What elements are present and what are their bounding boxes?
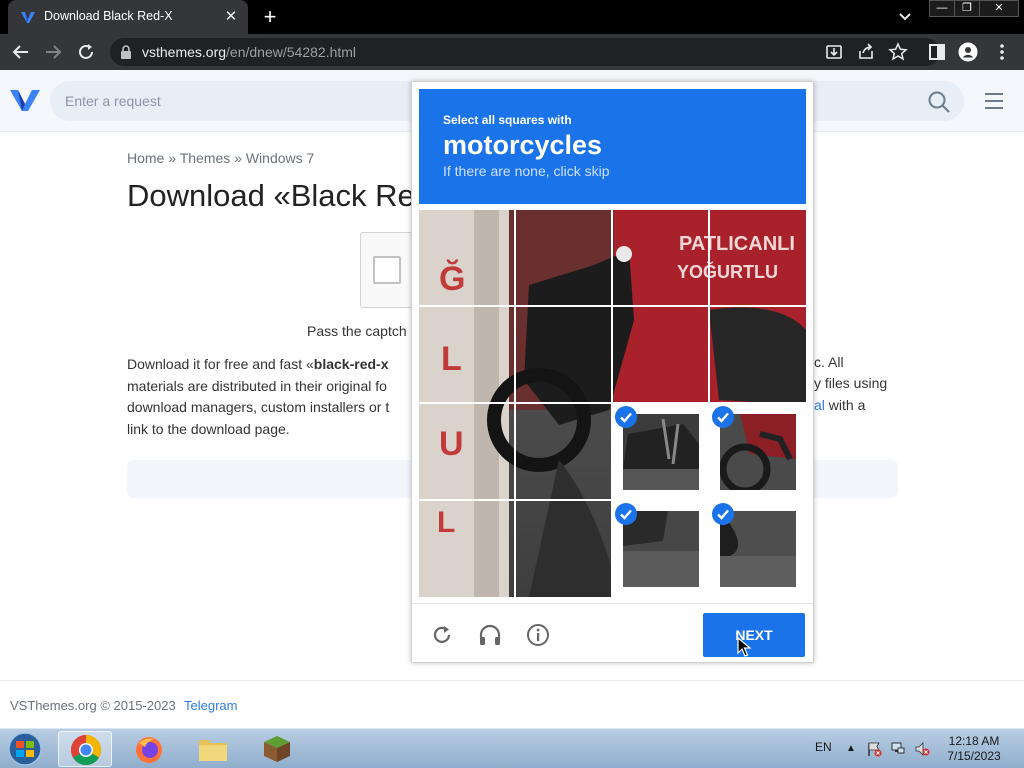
volume-muted-icon[interactable] (914, 741, 930, 757)
breadcrumb-windows7[interactable]: Windows 7 (246, 150, 314, 166)
address-bar[interactable]: vsthemes.org/en/dnew/54282.html (110, 38, 940, 66)
taskbar-firefox[interactable] (122, 731, 176, 767)
new-tab-button[interactable]: + (259, 6, 281, 28)
mouse-cursor-icon (737, 637, 751, 657)
chrome-icon (70, 735, 102, 766)
vsthemes-favicon-icon (21, 12, 35, 23)
recaptcha-footer: NEXT (412, 603, 813, 663)
tab-search-chevron-icon[interactable] (895, 8, 915, 26)
clock-date: 7/15/2023 (947, 749, 1001, 763)
show-hidden-icons-arrow[interactable]: ▲ (846, 743, 856, 754)
footer-copyright: VSThemes.org © 2015-2023 (10, 698, 176, 713)
reload-challenge-icon[interactable] (430, 623, 454, 647)
description-fragment-1: c. All (814, 354, 844, 370)
description-fragment-2: y files using (814, 375, 888, 391)
hamburger-menu-icon[interactable] (983, 91, 1005, 111)
tab-close-icon[interactable]: ✕ (222, 8, 240, 26)
breadcrumb: Home » Themes » Windows 7 (127, 150, 314, 166)
minimize-button[interactable]: — (929, 0, 955, 17)
vsthemes-logo-icon[interactable] (10, 88, 40, 112)
minecraft-grass-block-icon (264, 736, 290, 762)
url-text: vsthemes.org/en/dnew/54282.html (142, 44, 356, 60)
share-icon[interactable] (856, 42, 876, 62)
site-footer: VSThemes.org © 2015-2023 Telegram (0, 680, 1024, 728)
selected-check-icon (615, 503, 637, 525)
description-fragment-3: al with a (814, 397, 866, 413)
language-indicator[interactable]: EN (815, 740, 832, 754)
selected-check-icon (712, 406, 734, 428)
action-center-flag-icon[interactable] (866, 741, 882, 757)
theme-name: black-red-x (313, 356, 389, 372)
svg-text:PATLICANLI: PATLICANLI (679, 233, 795, 255)
install-app-icon[interactable] (824, 42, 844, 62)
grid-line (419, 305, 806, 307)
breadcrumb-separator: » (168, 150, 177, 166)
back-arrow-icon[interactable] (10, 41, 32, 63)
search-icon[interactable] (927, 90, 951, 114)
forward-arrow-icon[interactable] (42, 41, 64, 63)
recaptcha-header: Select all squares with motorcycles If t… (419, 89, 806, 204)
challenge-tile-selected[interactable] (710, 501, 806, 597)
footer-telegram-link[interactable]: Telegram (184, 698, 237, 713)
lock-icon (121, 45, 131, 59)
url-path: /en/dnew/54282.html (226, 44, 357, 60)
selected-check-icon (615, 406, 637, 428)
audio-challenge-headphones-icon[interactable] (478, 623, 502, 647)
url-host: vsthemes.org (142, 44, 227, 60)
challenge-tile-selected[interactable] (613, 501, 709, 597)
windows-start-orb-icon[interactable] (5, 731, 45, 767)
restore-button[interactable]: ❐ (954, 0, 980, 17)
info-icon[interactable] (526, 623, 550, 647)
side-panel-icon[interactable] (927, 42, 947, 62)
browser-tab[interactable]: Download Black Red-X ✕ (8, 0, 248, 34)
svg-text:Ğ: Ğ (439, 260, 465, 298)
taskbar-file-explorer[interactable] (186, 731, 240, 767)
recaptcha-tile-grid: Ğ L U L PATLICANLI YOĞURTLU (419, 210, 806, 597)
pass-captcha-text: Pass the captch (307, 323, 407, 339)
breadcrumb-themes[interactable]: Themes (180, 150, 231, 166)
kebab-menu-icon[interactable] (992, 42, 1012, 62)
description-link[interactable]: al (814, 397, 825, 413)
svg-text:L: L (441, 340, 462, 378)
recaptcha-checkbox[interactable] (373, 256, 401, 284)
browser-tab-strip: Download Black Red-X ✕ + — ❐ ✕ (0, 0, 1024, 34)
challenge-tile-selected[interactable] (613, 404, 709, 500)
browser-toolbar: vsthemes.org/en/dnew/54282.html (0, 34, 1024, 70)
page-title: Download «Black Re (127, 178, 415, 213)
clock-time: 12:18 AM (948, 734, 1000, 748)
tab-title: Download Black Red-X (44, 9, 173, 23)
taskbar-minecraft[interactable] (250, 731, 304, 767)
recaptcha-challenge-dialog: Select all squares with motorcycles If t… (411, 81, 814, 663)
taskbar-clock[interactable]: 12:18 AM 7/15/2023 (945, 734, 1003, 764)
bookmark-star-icon[interactable] (888, 42, 908, 62)
network-icon[interactable] (890, 741, 906, 757)
breadcrumb-home[interactable]: Home (127, 150, 164, 166)
recaptcha-target-object: motorcycles (443, 130, 603, 160)
close-window-button[interactable]: ✕ (979, 0, 1019, 17)
windows-taskbar: EN ▲ 12:18 AM 7/15/2023 (0, 728, 1024, 768)
recaptcha-instruction: Select all squares with (443, 113, 572, 127)
challenge-tile-selected[interactable] (710, 404, 806, 500)
svg-text:YOĞURTLU: YOĞURTLU (677, 261, 778, 282)
recaptcha-hint: If there are none, click skip (443, 163, 610, 179)
breadcrumb-separator: » (234, 150, 242, 166)
svg-text:L: L (437, 506, 455, 539)
taskbar-chrome[interactable] (58, 731, 112, 767)
folder-icon (199, 740, 227, 761)
reload-icon[interactable] (75, 41, 97, 63)
firefox-icon (136, 737, 162, 763)
next-button[interactable]: NEXT (703, 613, 805, 657)
svg-text:U: U (439, 425, 464, 463)
selected-check-icon (712, 503, 734, 525)
profile-avatar-icon[interactable] (958, 42, 978, 62)
